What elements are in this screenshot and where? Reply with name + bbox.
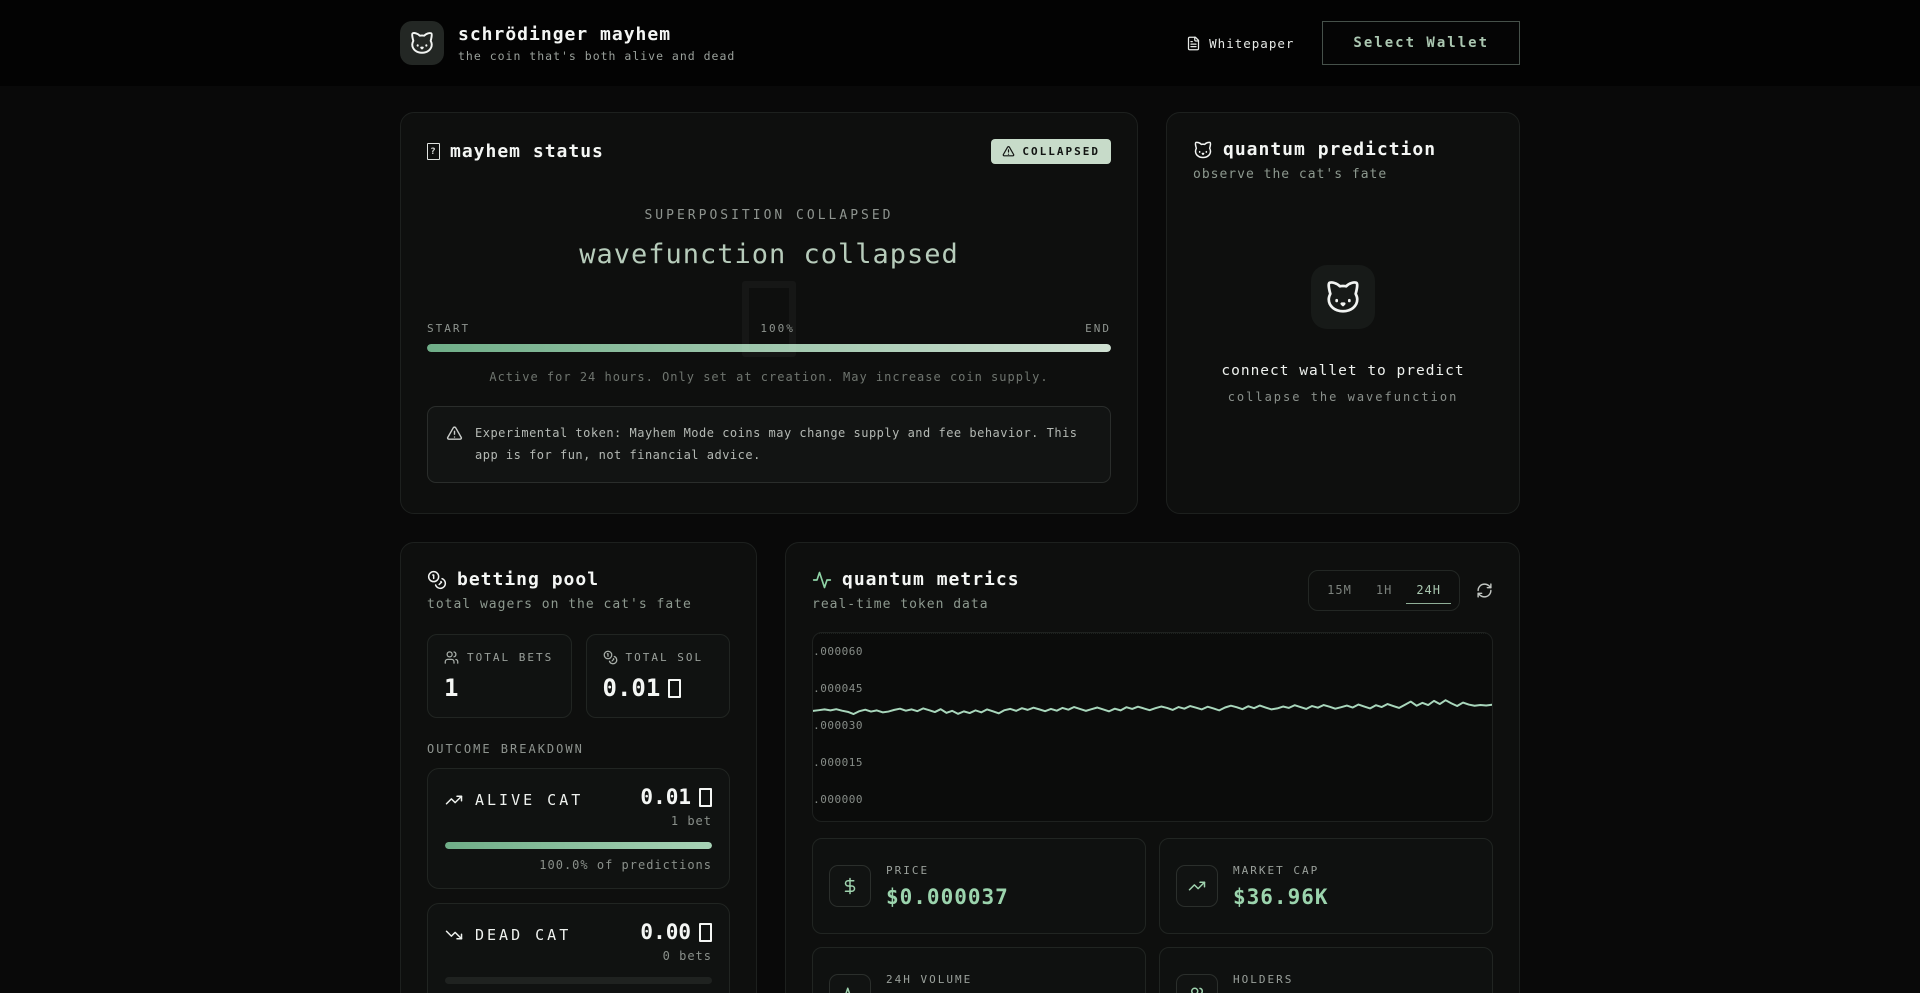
app-tagline: the coin that's both alive and dead: [458, 49, 735, 63]
price-value: $0.000037: [886, 885, 1009, 909]
connect-wallet-cta: connect wallet to predict: [1221, 363, 1464, 379]
superposition-label: SUPERPOSITION COLLAPSED: [427, 208, 1111, 223]
alive-cat-label: ALIVE CAT: [475, 791, 583, 809]
activity-pulse-icon: [812, 570, 832, 590]
users-icon: [1176, 974, 1218, 993]
top-bar: schrödinger mayhem the coin that's both …: [0, 0, 1920, 86]
dead-cat-bets: 0 bets: [640, 949, 712, 963]
total-sol-stat: TOTAL SOL 0.01: [586, 634, 731, 718]
volume-label: 24H VOLUME: [886, 973, 972, 986]
warning-text: Experimental token: Mayhem Mode coins ma…: [475, 423, 1092, 466]
alive-cat-percent-label: 100.0% of predictions: [445, 858, 712, 872]
trending-down-icon: [445, 926, 463, 944]
quantum-prediction-card: quantum prediction observe the cat's fat…: [1166, 112, 1520, 514]
connect-wallet-cta-sub: collapse the wavefunction: [1228, 390, 1459, 404]
cat-icon: [1193, 140, 1213, 160]
progress-caption: Active for 24 hours. Only set at creatio…: [427, 370, 1111, 384]
outcome-breakdown-label: OUTCOME BREAKDOWN: [427, 742, 730, 756]
document-icon: [1186, 36, 1201, 51]
dead-cat-label: DEAD CAT: [475, 926, 571, 944]
market-cap-label: MARKET CAP: [1233, 864, 1329, 877]
collapsed-status-badge: COLLAPSED: [991, 139, 1111, 164]
time-range-selector: 15M 1H 24H: [1308, 570, 1460, 611]
wavefunction-headline: wavefunction collapsed: [427, 239, 1111, 270]
cat-logo-icon: [400, 21, 444, 65]
quantum-prediction-title: quantum prediction: [1193, 139, 1493, 160]
whitepaper-link[interactable]: Whitepaper: [1186, 36, 1294, 51]
sol-symbol-missing-glyph-icon: [668, 679, 681, 698]
mayhem-status-title: ? mayhem status: [427, 141, 604, 162]
cat-avatar-icon: [1311, 265, 1375, 329]
alive-cat-progress-fill: [445, 842, 712, 849]
alive-cat-bets: 1 bet: [640, 814, 712, 828]
trending-up-icon: [445, 791, 463, 809]
warning-triangle-icon: [446, 425, 463, 466]
missing-glyph-icon: ?: [427, 143, 440, 160]
range-15m-button[interactable]: 15M: [1317, 577, 1362, 604]
market-cap-value: $36.96K: [1233, 885, 1329, 909]
total-bets-label: TOTAL BETS: [467, 651, 553, 664]
price-line-series: [813, 633, 1492, 821]
holders-tile: HOLDERS 100: [1159, 947, 1493, 993]
betting-pool-title: betting pool: [427, 569, 730, 590]
experimental-warning: Experimental token: Mayhem Mode coins ma…: [427, 406, 1111, 483]
dead-cat-amount: 0.00: [640, 920, 712, 944]
mayhem-status-title-text: mayhem status: [450, 141, 604, 162]
whitepaper-label: Whitepaper: [1209, 36, 1294, 51]
quantum-prediction-title-text: quantum prediction: [1223, 139, 1436, 160]
brand: schrödinger mayhem the coin that's both …: [400, 21, 735, 65]
total-bets-stat: TOTAL BETS 1: [427, 634, 572, 718]
coins-icon: [603, 650, 618, 665]
quantum-prediction-subtitle: observe the cat's fate: [1193, 167, 1493, 182]
dollar-icon: [829, 865, 871, 907]
alive-cat-outcome: ALIVE CAT 0.01 1 bet 100.0% of predictio…: [427, 768, 730, 889]
holders-label: HOLDERS: [1233, 973, 1293, 986]
warning-triangle-icon: [1002, 145, 1015, 158]
price-tile: PRICE $0.000037: [812, 838, 1146, 934]
betting-pool-card: betting pool total wagers on the cat's f…: [400, 542, 757, 993]
sol-symbol-missing-glyph-icon: [699, 788, 712, 807]
volume-tile: 24H VOLUME $41.20: [812, 947, 1146, 993]
faint-tofu-watermark: [742, 281, 796, 357]
app-title: schrödinger mayhem: [458, 24, 735, 45]
betting-pool-title-text: betting pool: [457, 569, 599, 590]
alive-cat-progress-bar: [445, 842, 712, 849]
price-chart: 0.000060 0.000045 0.000030 0.000015 0.00…: [812, 632, 1493, 822]
quantum-metrics-card: quantum metrics real-time token data 15M…: [785, 542, 1520, 993]
total-sol-label: TOTAL SOL: [626, 651, 704, 664]
market-cap-tile: MARKET CAP $36.96K: [1159, 838, 1493, 934]
range-1h-button[interactable]: 1H: [1366, 577, 1402, 604]
total-bets-value: 1: [444, 674, 555, 702]
progress-end-label: END: [1085, 322, 1111, 335]
dead-cat-outcome: DEAD CAT 0.00 0 bets 0.0% of predictions: [427, 903, 730, 993]
mayhem-status-card: ? mayhem status COLLAPSED SUPERPOSITION …: [400, 112, 1138, 514]
refresh-icon: [1476, 582, 1493, 599]
activity-pulse-icon: [829, 974, 871, 993]
total-sol-value: 0.01: [603, 674, 714, 702]
range-24h-button[interactable]: 24H: [1406, 577, 1451, 604]
trending-up-icon: [1176, 865, 1218, 907]
select-wallet-button[interactable]: Select Wallet: [1322, 21, 1520, 65]
dead-cat-progress-bar: [445, 977, 712, 984]
badge-label: COLLAPSED: [1022, 145, 1100, 158]
quantum-metrics-subtitle: real-time token data: [812, 597, 1020, 612]
refresh-button[interactable]: [1476, 582, 1493, 599]
price-label: PRICE: [886, 864, 1009, 877]
quantum-metrics-title: quantum metrics: [812, 569, 1020, 590]
betting-pool-subtitle: total wagers on the cat's fate: [427, 597, 730, 612]
alive-cat-amount: 0.01: [640, 785, 712, 809]
users-icon: [444, 650, 459, 665]
quantum-metrics-title-text: quantum metrics: [842, 569, 1020, 590]
sol-symbol-missing-glyph-icon: [699, 923, 712, 942]
progress-start-label: START: [427, 322, 470, 335]
coins-icon: [427, 570, 447, 590]
